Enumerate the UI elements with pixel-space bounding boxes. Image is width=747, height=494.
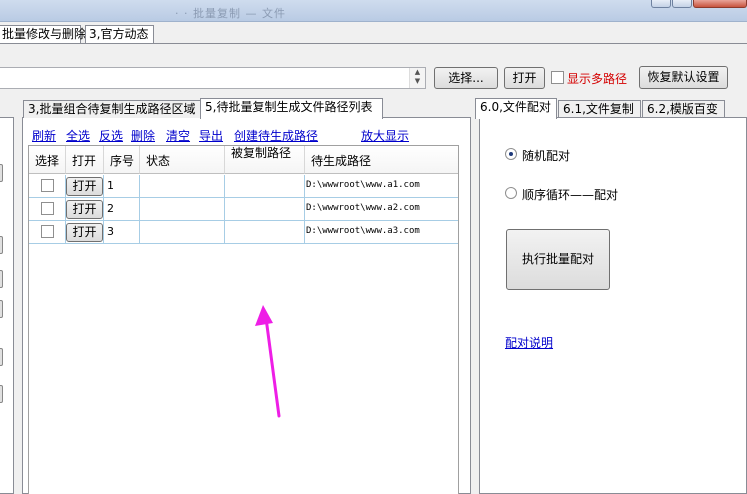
- refresh-link[interactable]: 刷新: [32, 127, 56, 144]
- title-bar: · · 批量复制 — 文件: [0, 0, 747, 22]
- row-checkbox[interactable]: [41, 225, 54, 238]
- close-button[interactable]: [693, 0, 747, 8]
- window-title: · · 批量复制 — 文件: [175, 7, 286, 20]
- table-row[interactable]: 打开 2 D:\wwwroot\www.a2.com: [29, 198, 458, 221]
- col-header-index[interactable]: 序号: [104, 146, 140, 174]
- random-pairing-label: 随机配对: [522, 149, 571, 163]
- row-target-path: D:\wwwroot\www.a1.com: [306, 180, 420, 190]
- tab-file-pairing[interactable]: 6.0,文件配对: [475, 98, 557, 119]
- create-pending-path-link[interactable]: 创建待生成路径: [234, 127, 318, 144]
- table-row[interactable]: 打开 3 D:\wwwroot\www.a3.com: [29, 221, 458, 244]
- tab-file-copy[interactable]: 6.1,文件复制: [558, 100, 641, 118]
- row-source-path: [225, 175, 305, 197]
- row-open-button[interactable]: 打开: [66, 223, 103, 242]
- row-index: 1: [107, 179, 114, 192]
- pairing-help-link[interactable]: 配对说明: [505, 334, 553, 351]
- row-target-path: D:\wwwroot\www.a3.com: [306, 226, 420, 236]
- clear-link[interactable]: 清空: [166, 127, 190, 144]
- col-header-open[interactable]: 打开: [66, 146, 104, 174]
- row-open-button[interactable]: 打开: [66, 200, 103, 219]
- path-input[interactable]: [0, 67, 426, 89]
- select-all-link[interactable]: 全选: [66, 127, 90, 144]
- maximize-button[interactable]: [672, 0, 692, 8]
- tab-batch-modify-delete[interactable]: 批量修改与删除: [0, 25, 86, 44]
- row-target-path: D:\wwwroot\www.a2.com: [306, 203, 420, 213]
- select-button[interactable]: 选择...: [434, 67, 498, 89]
- path-scroll-arrows[interactable]: ▲ ▼: [409, 68, 425, 88]
- tab-official-news[interactable]: 3,官方动态: [85, 25, 154, 44]
- tab-strip-divider: [0, 43, 747, 44]
- col-header-source-path[interactable]: 被复制路径: [225, 146, 305, 174]
- left-panel-button[interactable]: [0, 300, 3, 318]
- show-multipath-label: 显示多路径: [567, 72, 628, 86]
- tab-template-variation[interactable]: 6.2,模版百变: [642, 100, 725, 118]
- tab-combine-path-area[interactable]: 3,批量组合待复制生成路径区域: [23, 100, 201, 118]
- execute-batch-pairing-button[interactable]: 执行批量配对: [506, 229, 610, 290]
- sequence-pairing-radio[interactable]: [505, 187, 517, 199]
- col-header-select[interactable]: 选择: [29, 146, 66, 174]
- left-panel-button[interactable]: [0, 270, 3, 288]
- left-panel-button[interactable]: [0, 236, 3, 254]
- col-header-status[interactable]: 状态: [140, 146, 225, 174]
- row-source-path: [225, 198, 305, 220]
- minimize-button[interactable]: [651, 0, 671, 8]
- row-index: 2: [107, 202, 114, 215]
- row-checkbox[interactable]: [41, 202, 54, 215]
- left-panel-button[interactable]: [0, 385, 3, 403]
- sequence-pairing-label: 顺序循环——配对: [522, 188, 619, 202]
- row-open-button[interactable]: 打开: [66, 177, 103, 196]
- table-row[interactable]: 打开 1 D:\wwwroot\www.a1.com: [29, 175, 458, 198]
- right-panel: [479, 117, 747, 494]
- path-list-grid: 选择 打开 序号 状态 被复制路径 待生成路径 打开 1 D:\wwwroot\…: [29, 146, 458, 246]
- left-panel-button[interactable]: [0, 164, 3, 182]
- show-multipath-checkbox[interactable]: [551, 71, 564, 84]
- row-checkbox[interactable]: [41, 179, 54, 192]
- row-status: [140, 175, 225, 197]
- left-panel-button[interactable]: [0, 348, 3, 366]
- delete-link[interactable]: 删除: [131, 127, 155, 144]
- annotation-arrow-icon: [255, 305, 281, 418]
- random-pairing-radio[interactable]: [505, 148, 517, 160]
- restore-defaults-button[interactable]: 恢复默认设置: [639, 66, 728, 89]
- row-index: 3: [107, 225, 114, 238]
- row-status: [140, 198, 225, 220]
- col-header-target-path[interactable]: 待生成路径: [305, 146, 458, 174]
- zoom-display-link[interactable]: 放大显示: [361, 127, 409, 144]
- row-source-path: [225, 221, 305, 243]
- row-status: [140, 221, 225, 243]
- open-button[interactable]: 打开: [504, 67, 545, 89]
- tab-copy-path-list[interactable]: 5,待批量复制生成文件路径列表: [200, 98, 383, 119]
- invert-selection-link[interactable]: 反选: [99, 127, 123, 144]
- export-link[interactable]: 导出: [199, 127, 223, 144]
